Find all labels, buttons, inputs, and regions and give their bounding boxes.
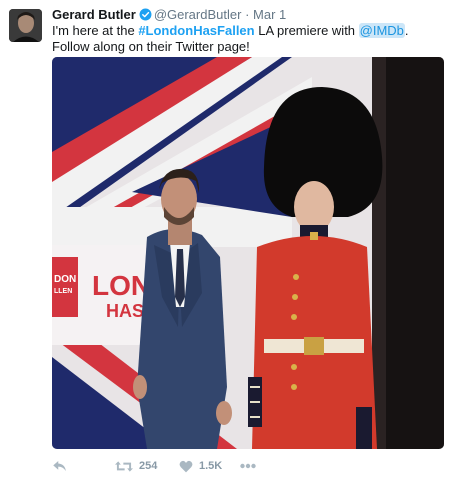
author-name[interactable]: Gerard Butler (52, 7, 136, 22)
tweet-photo[interactable]: DON LLEN LON HAS (52, 57, 444, 449)
avatar[interactable] (9, 9, 42, 42)
more-button[interactable] (240, 458, 256, 474)
retweet-count: 254 (139, 460, 158, 472)
backdrop-title-line2: HAS (106, 301, 144, 321)
reply-button[interactable] (52, 458, 67, 474)
like-button[interactable]: 1.5K (179, 458, 222, 474)
avatar-photo (9, 9, 42, 42)
reply-icon (52, 459, 67, 473)
tweet-text: I'm here at the #LondonHasFallen LA prem… (52, 23, 444, 55)
tweet-text-middle: LA premiere with (254, 23, 359, 38)
like-icon (179, 460, 193, 473)
author-handle[interactable]: @GerardButler (154, 7, 242, 22)
backdrop-title-line1: LON (92, 270, 151, 301)
retweet-button[interactable]: 254 (115, 458, 157, 474)
verified-icon (139, 8, 152, 24)
tweet-date[interactable]: Mar 1 (253, 7, 286, 22)
tweet-header: Gerard Butler @GerardButler · Mar 1 (52, 7, 444, 24)
tweet-text-intro: I'm here at the (52, 23, 139, 38)
like-count: 1.5K (199, 460, 223, 472)
retweet-icon (115, 460, 133, 473)
more-icon (240, 463, 256, 469)
premiere-photo: DON LLEN LON HAS (52, 57, 444, 449)
hashtag-link[interactable]: #LondonHasFallen (138, 23, 254, 38)
header-separator: · (245, 7, 250, 22)
backdrop-text-left-sub: LLEN (54, 288, 72, 295)
backdrop-text-left: DON (54, 274, 76, 285)
mention-link[interactable]: @IMDb (358, 23, 405, 38)
